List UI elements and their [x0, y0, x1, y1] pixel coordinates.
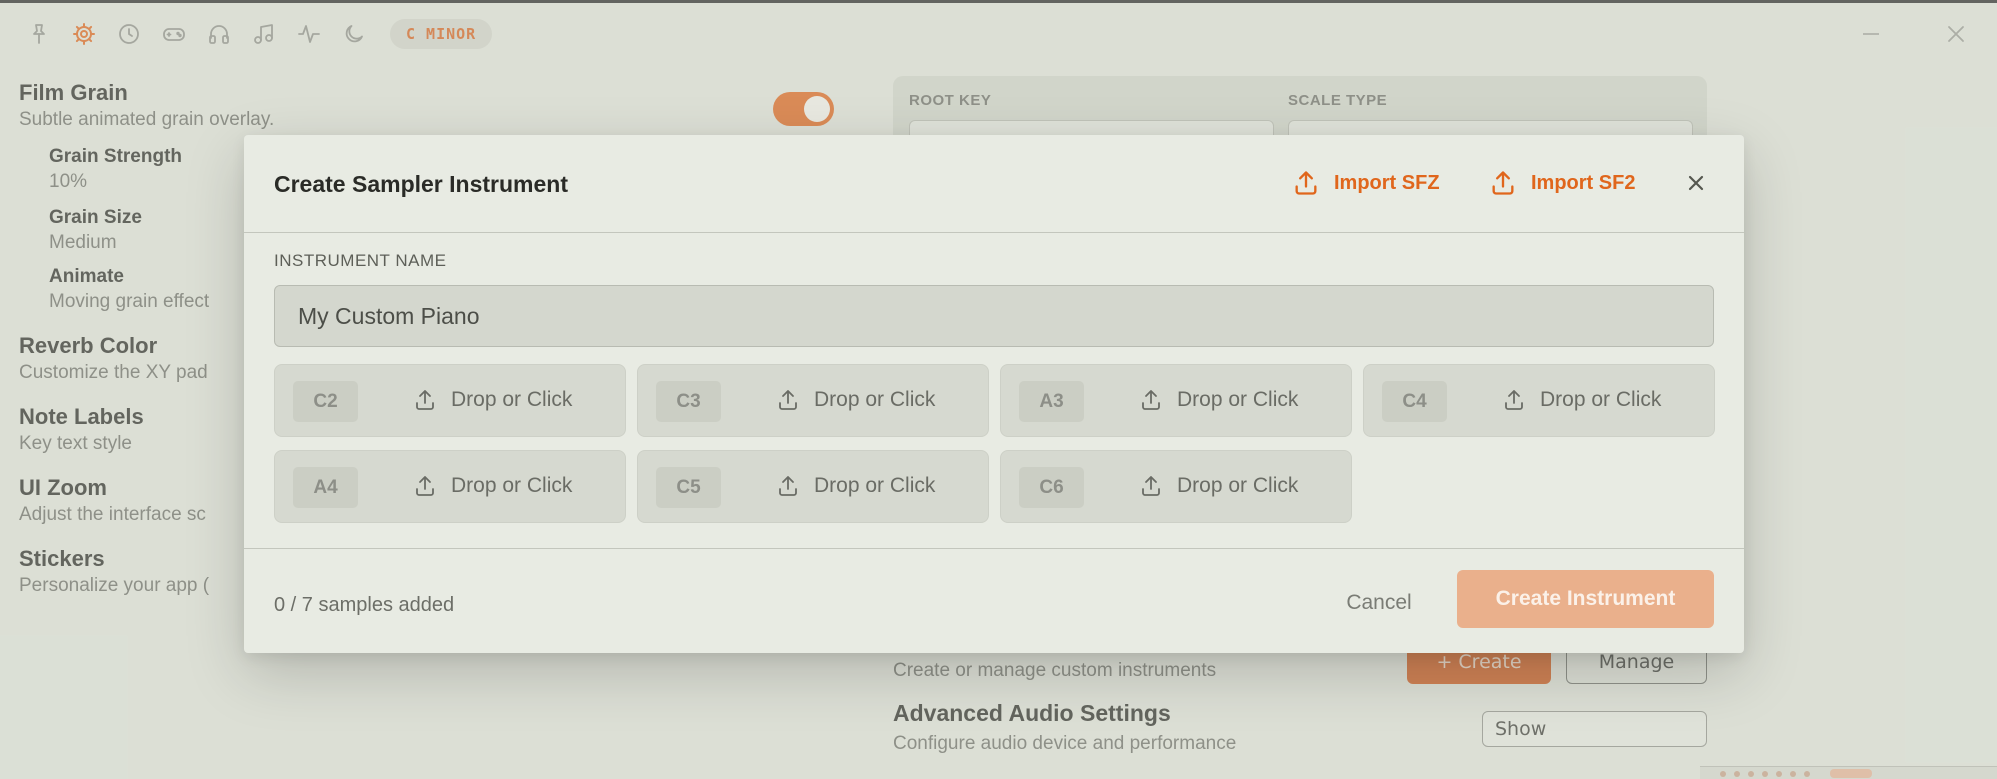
app-window: C MINOR Film Grain Subtle animated grain… — [0, 0, 1997, 779]
slot-drop-zone[interactable]: Drop or Click — [1139, 474, 1298, 498]
upload-icon — [1142, 390, 1160, 410]
create-sampler-modal: Create Sampler Instrument Import SFZ Imp… — [244, 135, 1744, 653]
sample-slot[interactable]: C3 Drop or Click — [637, 364, 989, 437]
modal-footer: 0 / 7 samples added Cancel Create Instru… — [244, 548, 1744, 653]
slot-note: C2 — [293, 381, 358, 422]
upload-icon — [779, 476, 797, 496]
modal-header: Create Sampler Instrument Import SFZ Imp… — [244, 135, 1744, 233]
sample-slot[interactable]: C5 Drop or Click — [637, 450, 989, 523]
slot-label: Drop or Click — [451, 388, 573, 411]
upload-icon — [1142, 476, 1160, 496]
upload-icon — [416, 476, 434, 496]
slot-drop-zone[interactable]: Drop or Click — [413, 388, 572, 412]
sample-slot[interactable]: C6 Drop or Click — [1000, 450, 1352, 523]
upload-icon — [1492, 171, 1514, 195]
sample-slot[interactable]: C4 Drop or Click — [1363, 364, 1715, 437]
slot-drop-zone[interactable]: Drop or Click — [776, 388, 935, 412]
import-sf2-label: Import SF2 — [1531, 171, 1636, 194]
slot-label: Drop or Click — [814, 474, 936, 497]
import-sfz-button[interactable]: Import SFZ — [1292, 165, 1440, 201]
slot-label: Drop or Click — [814, 388, 936, 411]
slot-note: C3 — [656, 381, 721, 422]
slot-note: C5 — [656, 467, 721, 508]
sample-slot[interactable]: A3 Drop or Click — [1000, 364, 1352, 437]
upload-icon — [1505, 390, 1523, 410]
slot-drop-zone[interactable]: Drop or Click — [776, 474, 935, 498]
import-sf2-button[interactable]: Import SF2 — [1489, 165, 1635, 201]
sample-slot[interactable]: C2 Drop or Click — [274, 364, 626, 437]
slot-note: A3 — [1019, 381, 1084, 422]
slot-note: A4 — [293, 467, 358, 508]
slot-drop-zone[interactable]: Drop or Click — [413, 474, 572, 498]
sample-slot[interactable]: A4 Drop or Click — [274, 450, 626, 523]
slot-drop-zone[interactable]: Drop or Click — [1502, 388, 1661, 412]
upload-icon — [416, 390, 434, 410]
slot-note: C6 — [1019, 467, 1084, 508]
slot-drop-zone[interactable]: Drop or Click — [1139, 388, 1298, 412]
slot-note: C4 — [1382, 381, 1447, 422]
cancel-button[interactable]: Cancel — [1324, 581, 1434, 625]
samples-count: 0 / 7 samples added — [274, 594, 455, 616]
instrument-name-input[interactable]: My Custom Piano — [274, 285, 1714, 347]
slot-label: Drop or Click — [1177, 474, 1299, 497]
upload-icon — [779, 390, 797, 410]
upload-icon — [1295, 171, 1317, 195]
modal-title: Create Sampler Instrument — [274, 171, 568, 197]
import-sfz-label: Import SFZ — [1334, 171, 1440, 194]
create-instrument-submit-button[interactable]: Create Instrument — [1457, 570, 1714, 628]
slot-label: Drop or Click — [1540, 388, 1662, 411]
instrument-name-label: INSTRUMENT NAME — [274, 251, 447, 270]
slot-label: Drop or Click — [451, 474, 573, 497]
modal-close-icon[interactable] — [1681, 168, 1711, 198]
slot-label: Drop or Click — [1177, 388, 1299, 411]
